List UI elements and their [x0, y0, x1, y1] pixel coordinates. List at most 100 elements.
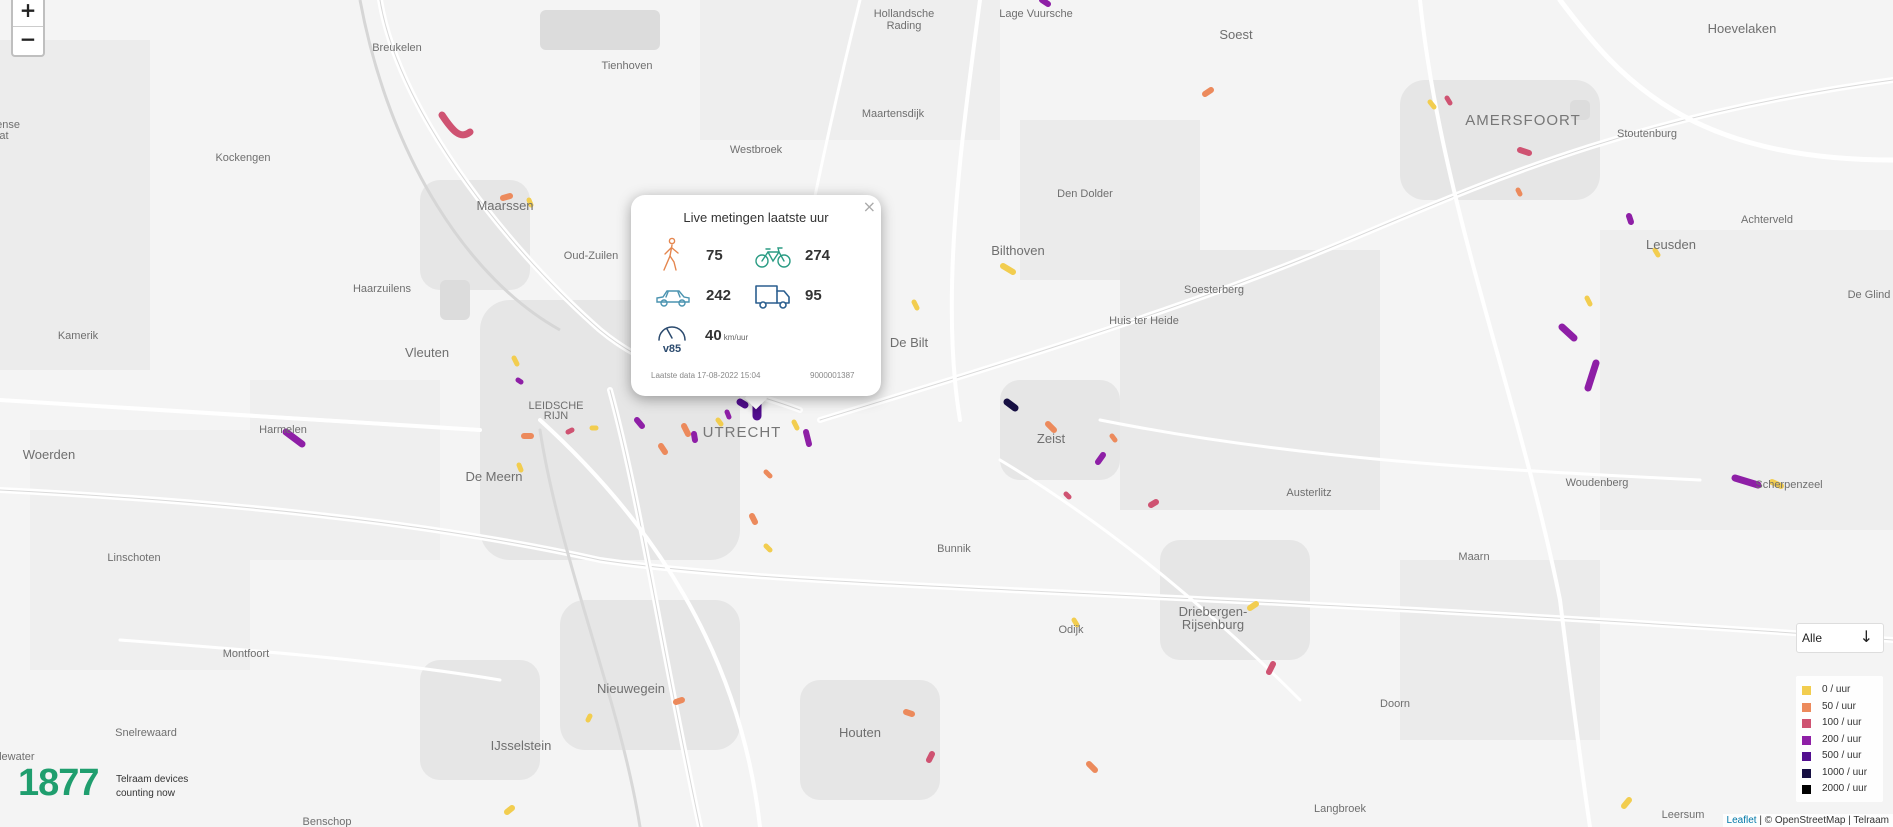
traffic-segment [1202, 87, 1214, 97]
legend-label: 200 / uur [1822, 733, 1862, 745]
place-label-hoevelaken: Hoevelaken [1708, 21, 1777, 36]
place-label-hollandsche-2: Rading [887, 20, 922, 32]
traffic-segment [749, 513, 758, 525]
zoom-in-button[interactable]: + [13, 0, 43, 26]
traffic-segment [803, 429, 812, 447]
place-label-montfoort: Montfoort [223, 648, 269, 660]
place-label-achterveld: Achterveld [1741, 214, 1793, 226]
legend-swatch [1802, 686, 1811, 695]
place-label-vleuten: Vleuten [405, 345, 449, 360]
place-label-nieuwegein: Nieuwegein [597, 681, 665, 696]
speedometer-icon: v85 [658, 326, 686, 355]
place-label-odijk: Odijk [1058, 624, 1084, 636]
v85-icon-label: v85 [663, 343, 681, 355]
map[interactable]: Hollandsche Rading Lage Vuursche Soest Hoeve… [0, 0, 1893, 827]
active-device-count: 1877 [18, 762, 100, 804]
place-label-soest: Soest [1219, 27, 1253, 42]
traffic-segment [515, 377, 524, 385]
legend-label: 500 / uur [1822, 750, 1862, 761]
attribution-text: | © OpenStreetMap | Telraam [1756, 815, 1889, 826]
truck-icon [755, 285, 790, 309]
place-label-utrecht: UTRECHT [703, 424, 782, 441]
leaflet-link[interactable]: Leaflet [1727, 815, 1757, 826]
legend-label: 0 / uur [1822, 684, 1851, 695]
traffic-segment [681, 423, 691, 437]
place-label-oud-zuilen: Oud-Zuilen [564, 250, 618, 262]
place-label-breukelen: Breukelen [372, 42, 422, 54]
traffic-segment [691, 431, 698, 443]
place-label-den-dolder: Den Dolder [1057, 188, 1113, 200]
traffic-segment [926, 751, 935, 763]
place-label-kamerik: Kamerik [58, 330, 99, 342]
active-device-label: Telraam devices counting now [116, 774, 189, 799]
traffic-segment [763, 543, 773, 553]
traffic-segment [1515, 187, 1523, 197]
place-label-harmelen: Harmelen [259, 424, 307, 436]
traffic-segment [1045, 421, 1057, 433]
popup-title: Live metingen laatste uur [683, 210, 829, 225]
place-label-leidsche-2: RIJN [544, 410, 569, 422]
place-label-huis-ter-heide: Huis ter Heide [1109, 315, 1179, 327]
traffic-segment [1247, 601, 1259, 611]
place-label-lage-vuursche: Lage Vuursche [999, 8, 1073, 20]
place-label-scherpenzeel: Scherpenzeel [1755, 479, 1822, 491]
place-label-snelrewaard: Snelrewaard [115, 727, 177, 739]
traffic-segment [763, 469, 773, 479]
arrow-down-icon: ↓ [1859, 627, 1873, 646]
place-label-de-meern: De Meern [465, 469, 522, 484]
place-label-houten: Houten [839, 725, 881, 740]
bicycle-count: 274 [805, 247, 831, 264]
legend-swatch [1802, 719, 1811, 728]
place-label-woudenberg: Woudenberg [1566, 477, 1629, 489]
mode-filter-select[interactable]: Alle ↓ [1796, 623, 1884, 653]
place-label-stoutenburg: Stoutenburg [1617, 128, 1677, 140]
traffic-segment [1095, 452, 1106, 465]
traffic-segment [791, 419, 800, 431]
place-label-de-glind: De Glind [1848, 289, 1891, 301]
traffic-segment [903, 709, 915, 717]
map-canvas[interactable]: HollandscheRading Lage Vuursche Soest Hoeve… [0, 0, 1893, 827]
traffic-segment [1621, 797, 1632, 809]
place-label-westbroek: Westbroek [730, 144, 783, 156]
legend-label: 50 / uur [1822, 700, 1856, 712]
place-label-soesterberg: Soesterberg [1184, 284, 1244, 296]
place-label-bunnik: Bunnik [937, 543, 971, 555]
zoom-control: + − [11, 0, 45, 57]
traffic-segment [736, 398, 749, 409]
device-id: 9000001387 [810, 371, 855, 380]
traffic-segment [1626, 213, 1634, 225]
legend-swatch [1802, 702, 1811, 712]
traffic-segment [504, 805, 515, 815]
place-label-maartensdijk: Maartensdijk [862, 108, 925, 120]
zoom-out-button[interactable]: − [13, 26, 43, 55]
traffic-segment [1148, 499, 1159, 508]
place-label-tienhoven: Tienhoven [602, 60, 653, 72]
traffic-segment [1444, 95, 1453, 106]
traffic-segment [658, 443, 668, 455]
legend-label: 100 / uur [1822, 717, 1862, 728]
traffic-segment [1086, 761, 1098, 773]
pedestrian-icon [663, 237, 679, 271]
place-label-rijsenburg: Rijsenburg [1182, 617, 1244, 632]
legend-label: 1000 / uur [1822, 766, 1868, 778]
place-label-at: at [0, 130, 9, 142]
car-icon [656, 290, 690, 307]
measurement-popup: × Live metingen laatste uur 75 274 242 9… [631, 195, 881, 396]
traffic-segment [585, 713, 593, 723]
bicycle-icon [755, 247, 791, 268]
attribution: Leaflet | © OpenStreetMap | Telraam [1722, 814, 1893, 827]
traffic-segment [565, 427, 575, 435]
place-label-zeist: Zeist [1037, 431, 1066, 446]
pedestrian-count: 75 [706, 247, 723, 264]
traffic-segment [1266, 661, 1276, 675]
place-label-doorn: Doorn [1380, 698, 1410, 710]
place-label-bilthoven: Bilthoven [991, 243, 1044, 258]
traffic-segment [511, 355, 520, 367]
place-label-haarzuilens: Haarzuilens [353, 283, 412, 295]
traffic-segment [1039, 0, 1051, 7]
v85-unit: km/uur [723, 333, 749, 342]
traffic-segment [724, 409, 732, 420]
legend: 0 / uur 50 / uur 100 / uur 200 / uur 500 / u… [1796, 676, 1883, 802]
place-label-leersum: Leersum [1662, 809, 1705, 821]
place-label-langbroek: Langbroek [1314, 803, 1366, 815]
